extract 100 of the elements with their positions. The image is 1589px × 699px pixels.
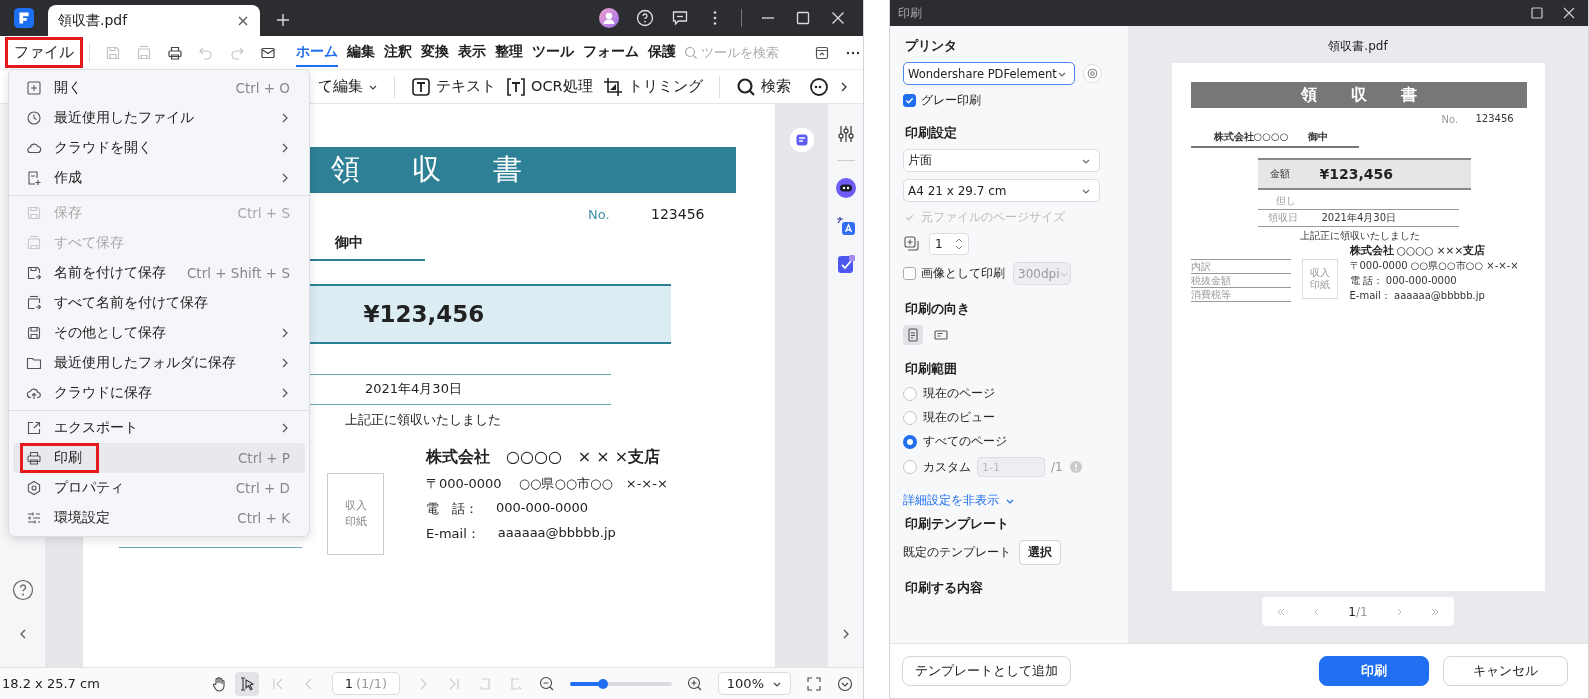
crop-icon	[602, 76, 623, 97]
radio-button[interactable]	[903, 460, 917, 474]
page-number-field[interactable]: 1 (1/1)	[331, 672, 401, 695]
radio-label: カスタム	[923, 458, 971, 476]
add-template-button[interactable]: テンプレートとして追加	[902, 656, 1071, 686]
dialog-title: 印刷	[898, 4, 922, 22]
toolbar-button[interactable]: て編集	[318, 77, 378, 96]
checkbox[interactable]	[903, 267, 916, 280]
toolbar-button[interactable]: OCR処理	[506, 76, 593, 97]
menu-item[interactable]: クラウドに保存	[13, 378, 305, 408]
translate-icon[interactable]	[834, 215, 857, 237]
radio-button[interactable]	[903, 434, 917, 449]
portrait-icon	[905, 327, 921, 343]
sides-select[interactable]: 片面	[903, 149, 1100, 172]
sliders-icon[interactable]	[835, 124, 856, 144]
copies-field[interactable]: 1	[929, 233, 969, 255]
stamp-text: 収入	[344, 497, 367, 514]
ribbon-tab[interactable]: フォーム	[583, 38, 639, 67]
amount-text: ¥123,456	[363, 301, 485, 327]
panel-icon[interactable]	[814, 44, 830, 61]
help-icon[interactable]	[11, 579, 34, 601]
checkbox-label: 画像として印刷	[921, 265, 1005, 282]
ribbon-tab[interactable]: 注釈	[384, 38, 412, 67]
menu-item[interactable]: 印刷 Ctrl + P	[13, 443, 305, 473]
assistant-icon[interactable]	[787, 126, 816, 154]
save-all-icon	[26, 235, 42, 251]
settings-icon[interactable]	[1083, 64, 1102, 83]
select-cursor-icon[interactable]	[238, 675, 255, 692]
toolbar-button[interactable]: トリミング	[602, 76, 703, 97]
menu-item[interactable]: 環境設定 Ctrl + K	[13, 503, 305, 533]
close-icon[interactable]	[1562, 6, 1576, 20]
portrait-button[interactable]	[903, 325, 923, 345]
menu-item[interactable]: すべて名前を付けて保存	[13, 288, 305, 318]
maximize-icon[interactable]	[794, 9, 812, 27]
chevron-right-icon	[280, 423, 290, 433]
menu-item[interactable]: その他として保存	[13, 318, 305, 348]
hand-icon[interactable]	[210, 675, 227, 692]
email-text: aaaaaa@bbbbb.jp	[497, 525, 616, 542]
zoom-slider[interactable]	[570, 681, 672, 686]
save-all-as-icon	[26, 295, 42, 311]
receipt-number: 123456	[1475, 113, 1514, 124]
receipt-number: 123456	[651, 206, 705, 222]
cancel-button[interactable]: キャンセル	[1443, 656, 1568, 686]
zoom-in-icon[interactable]	[686, 675, 703, 692]
document-tab[interactable]: 領収書.pdf	[48, 5, 260, 36]
menu-item[interactable]: 開く Ctrl + O	[13, 73, 305, 103]
robot-icon[interactable]	[834, 177, 857, 199]
fit-screen-icon[interactable]	[806, 675, 822, 692]
print-button[interactable]: 印刷	[1319, 656, 1429, 686]
ribbon-tab[interactable]: 編集	[347, 38, 375, 67]
menu-item[interactable]: 名前を付けて保存 Ctrl + Shift + S	[13, 258, 305, 288]
breakdown-row: 消費税等	[1190, 288, 1291, 302]
menu-item[interactable]: プロパティ Ctrl + D	[13, 473, 305, 503]
date-text: 2021年4月30日	[365, 380, 462, 398]
spinner-arrows-icon[interactable]	[955, 237, 963, 251]
radio-button[interactable]	[903, 386, 917, 401]
menu-item[interactable]: 作成	[13, 163, 305, 193]
menu-item[interactable]: 最近使用したフォルダに保存	[13, 348, 305, 378]
printer-select[interactable]: Wondershare PDFelement	[903, 62, 1075, 85]
menu-item-label: クラウドに保存	[54, 384, 153, 402]
note-label: 但し	[1275, 194, 1296, 208]
title-character: 書	[1400, 84, 1417, 106]
toolbar-button[interactable]: 検索	[735, 76, 791, 97]
select-button[interactable]: 選択	[1019, 540, 1061, 565]
ribbon-tab[interactable]: ツール	[532, 38, 574, 67]
menu-item[interactable]: クラウドを開く	[13, 133, 305, 163]
zoom-out-icon[interactable]	[539, 675, 556, 692]
robot-icon[interactable]	[808, 76, 829, 97]
breakdown-row: 内訳	[1190, 260, 1291, 274]
chevron-down-circle-icon[interactable]	[837, 675, 853, 692]
paper-size-select[interactable]: A4 21 x 29.7 cm	[903, 179, 1100, 202]
menu-item-label: 印刷	[54, 449, 83, 467]
print-icon[interactable]	[167, 44, 183, 61]
ribbon-tab[interactable]: 保護	[648, 38, 676, 67]
ribbon-tab[interactable]: 変換	[421, 38, 449, 67]
address-text: 〒000-0000 ○○県○○市○○ ×-×-×	[426, 475, 668, 493]
file-menu-button[interactable]: ファイル	[5, 37, 83, 68]
shortcut-text: Ctrl + P	[237, 450, 290, 466]
hide-advanced-link[interactable]: 詳細設定を非表示	[903, 492, 999, 509]
plus-icon[interactable]	[276, 13, 290, 27]
radio-label: 現在のページ	[923, 385, 995, 402]
feedback-icon[interactable]	[671, 9, 689, 27]
ribbon-tab[interactable]: ホーム	[296, 38, 338, 67]
ribbon-tab[interactable]: 表示	[458, 38, 486, 67]
avatar-icon[interactable]	[599, 8, 619, 28]
number-label: No.	[1441, 114, 1459, 125]
address-text: 〒000-0000 ○○県○○市○○ ×-×-×	[1349, 259, 1519, 273]
checkbox[interactable]	[903, 94, 916, 107]
section-heading: 印刷する内容	[904, 580, 984, 597]
radio-button[interactable]	[903, 410, 917, 425]
maximize-icon[interactable]	[1530, 6, 1544, 20]
honorific-text: 御中	[1307, 130, 1328, 144]
menu-item[interactable]: 最近使用したファイル	[13, 103, 305, 133]
menu-item-label: 開く	[54, 79, 83, 97]
stamp-text: 収入	[1309, 267, 1330, 279]
zoom-select[interactable]: 100%	[717, 672, 791, 695]
ribbon-tab[interactable]: 整理	[495, 38, 523, 67]
tool-search-field[interactable]: ツールを検索	[684, 45, 799, 60]
toolbar-button[interactable]: テキスト	[411, 76, 496, 97]
menu-item[interactable]: エクスポート	[13, 413, 305, 443]
